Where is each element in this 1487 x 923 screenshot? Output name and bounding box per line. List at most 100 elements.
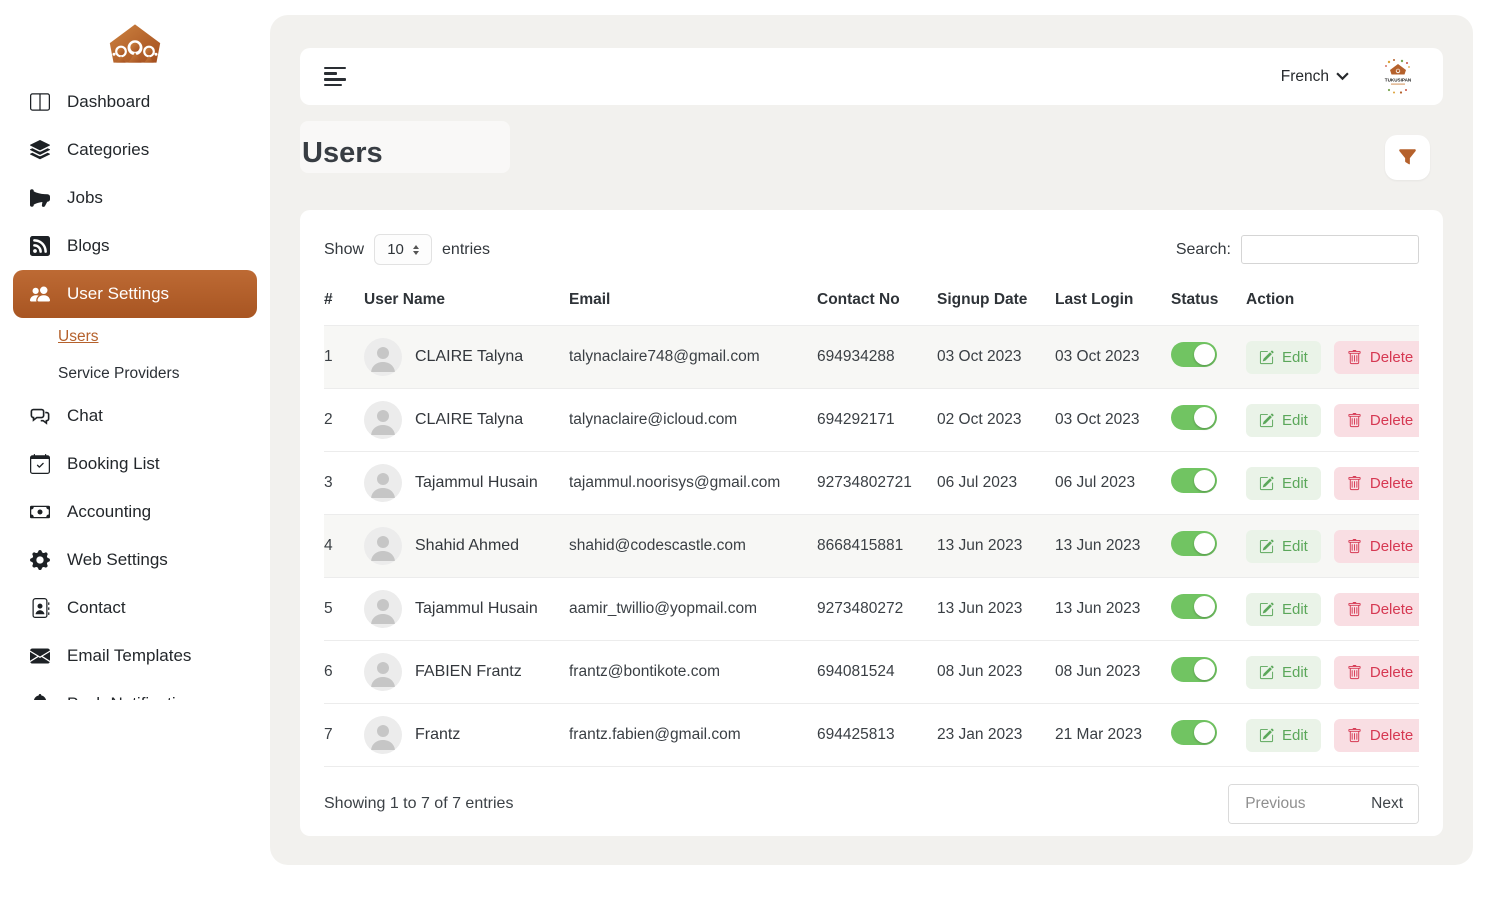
edit-button[interactable]: Edit <box>1246 467 1321 500</box>
sidebar-item-label: User Settings <box>67 284 169 304</box>
user-email: frantz.fabien@gmail.com <box>569 704 817 767</box>
column-header-index[interactable]: # <box>324 285 364 326</box>
sidebar-item-chat[interactable]: Chat <box>13 392 257 440</box>
edit-icon <box>1259 350 1274 365</box>
sidebar-item-booking-list[interactable]: Booking List <box>13 440 257 488</box>
column-header-status[interactable]: Status <box>1171 285 1246 326</box>
sidebar-item-user-settings[interactable]: User Settings <box>13 270 257 318</box>
status-toggle[interactable] <box>1171 594 1217 619</box>
spinner-arrows-icon <box>413 245 419 255</box>
user-email: shahid@codescastle.com <box>569 515 817 578</box>
sidebar-item-web-settings[interactable]: Web Settings <box>13 536 257 584</box>
signup-date: 13 Jun 2023 <box>937 578 1055 641</box>
pagination-previous-button[interactable]: Previous <box>1229 785 1321 823</box>
avatar <box>364 716 402 754</box>
pagination-next-button[interactable]: Next <box>1356 785 1418 823</box>
page-title: Users <box>302 137 383 170</box>
sidebar-item-label: Categories <box>67 140 149 160</box>
edit-icon <box>1259 665 1274 680</box>
menu-icon[interactable] <box>322 63 348 90</box>
users-icon <box>29 283 51 305</box>
sidebar-item-blogs[interactable]: Blogs <box>13 222 257 270</box>
status-toggle[interactable] <box>1171 720 1217 745</box>
column-header-last-login[interactable]: Last Login <box>1055 285 1171 326</box>
edit-button[interactable]: Edit <box>1246 593 1321 626</box>
delete-button[interactable]: Delete <box>1334 719 1419 752</box>
brand-avatar[interactable]: TUKUSIPAN <box>1375 54 1421 100</box>
svg-text:TUKUSIPAN: TUKUSIPAN <box>1385 77 1412 82</box>
trash-icon <box>1347 413 1362 428</box>
status-toggle[interactable] <box>1171 342 1217 367</box>
column-header-contact-no[interactable]: Contact No <box>817 285 937 326</box>
edit-button[interactable]: Edit <box>1246 656 1321 689</box>
person-placeholder-icon <box>364 464 402 502</box>
sidebar-item-label: Jobs <box>67 188 103 208</box>
sidebar-item-contact[interactable]: Contact <box>13 584 257 632</box>
sidebar-item-jobs[interactable]: Jobs <box>13 174 257 222</box>
user-email: frantz@bontikote.com <box>569 641 817 704</box>
avatar <box>364 401 402 439</box>
user-name: Tajammul Husain <box>415 474 538 492</box>
delete-button[interactable]: Delete <box>1334 404 1419 437</box>
delete-button[interactable]: Delete <box>1334 656 1419 689</box>
table-row: 2 CLAIRE Talyna talynaclaire@icloud.com … <box>324 389 1419 452</box>
edit-icon <box>1259 539 1274 554</box>
page-length-value: 10 <box>387 241 404 258</box>
page-length-select[interactable]: 10 <box>374 234 432 265</box>
money-icon <box>29 501 51 523</box>
pagination-current-page[interactable]: 1 <box>1322 785 1357 823</box>
filter-button[interactable] <box>1385 135 1430 180</box>
entries-label: entries <box>442 241 490 259</box>
status-toggle[interactable] <box>1171 405 1217 430</box>
sidebar-item-label: Blogs <box>67 236 110 256</box>
row-index: 2 <box>324 389 364 452</box>
sidebar-item-label: Contact <box>67 598 126 618</box>
search-label: Search: <box>1176 241 1231 259</box>
sidebar-item-email-templates[interactable]: Email Templates <box>13 632 257 680</box>
delete-button[interactable]: Delete <box>1334 530 1419 563</box>
sidebar: Dashboard Categories Jobs Blogs User Set… <box>0 0 270 923</box>
sidebar-subitem-service-providers[interactable]: Service Providers <box>13 355 257 392</box>
column-header-signup-date[interactable]: Signup Date <box>937 285 1055 326</box>
row-index: 1 <box>324 326 364 389</box>
edit-button[interactable]: Edit <box>1246 404 1321 437</box>
tent-logo-icon <box>107 23 163 65</box>
sidebar-item-push-notifications[interactable]: Push Notifications <box>13 680 257 700</box>
edit-button[interactable]: Edit <box>1246 530 1321 563</box>
edit-icon <box>1259 413 1274 428</box>
signup-date: 06 Jul 2023 <box>937 452 1055 515</box>
dashboard-icon <box>29 91 51 113</box>
delete-button[interactable]: Delete <box>1334 593 1419 626</box>
gear-icon <box>29 549 51 571</box>
trash-icon <box>1347 665 1362 680</box>
person-placeholder-icon <box>364 716 402 754</box>
sidebar-item-label: Accounting <box>67 502 151 522</box>
column-header-email[interactable]: Email <box>569 285 817 326</box>
language-selector[interactable]: French <box>1275 67 1355 87</box>
status-toggle[interactable] <box>1171 468 1217 493</box>
delete-button[interactable]: Delete <box>1334 341 1419 374</box>
trash-icon <box>1347 350 1362 365</box>
show-label: Show <box>324 241 364 259</box>
last-login-date: 13 Jun 2023 <box>1055 578 1171 641</box>
user-name: CLAIRE Talyna <box>415 348 523 366</box>
sidebar-item-label: Web Settings <box>67 550 168 570</box>
rss-icon <box>29 235 51 257</box>
search-input[interactable] <box>1241 235 1419 264</box>
table-row: 1 CLAIRE Talyna talynaclaire748@gmail.co… <box>324 326 1419 389</box>
edit-button[interactable]: Edit <box>1246 341 1321 374</box>
status-toggle[interactable] <box>1171 657 1217 682</box>
sidebar-item-categories[interactable]: Categories <box>13 126 257 174</box>
sidebar-item-accounting[interactable]: Accounting <box>13 488 257 536</box>
avatar <box>364 590 402 628</box>
tukusipan-logo-icon: TUKUSIPAN <box>1375 54 1421 100</box>
last-login-date: 08 Jun 2023 <box>1055 641 1171 704</box>
sidebar-item-dashboard[interactable]: Dashboard <box>13 78 257 126</box>
sidebar-subitem-users[interactable]: Users <box>13 318 257 355</box>
delete-button[interactable]: Delete <box>1334 467 1419 500</box>
column-header-action[interactable]: Action <box>1246 285 1419 326</box>
status-toggle[interactable] <box>1171 531 1217 556</box>
column-header-user-name[interactable]: User Name <box>364 285 569 326</box>
edit-button[interactable]: Edit <box>1246 719 1321 752</box>
user-email: talynaclaire@icloud.com <box>569 389 817 452</box>
